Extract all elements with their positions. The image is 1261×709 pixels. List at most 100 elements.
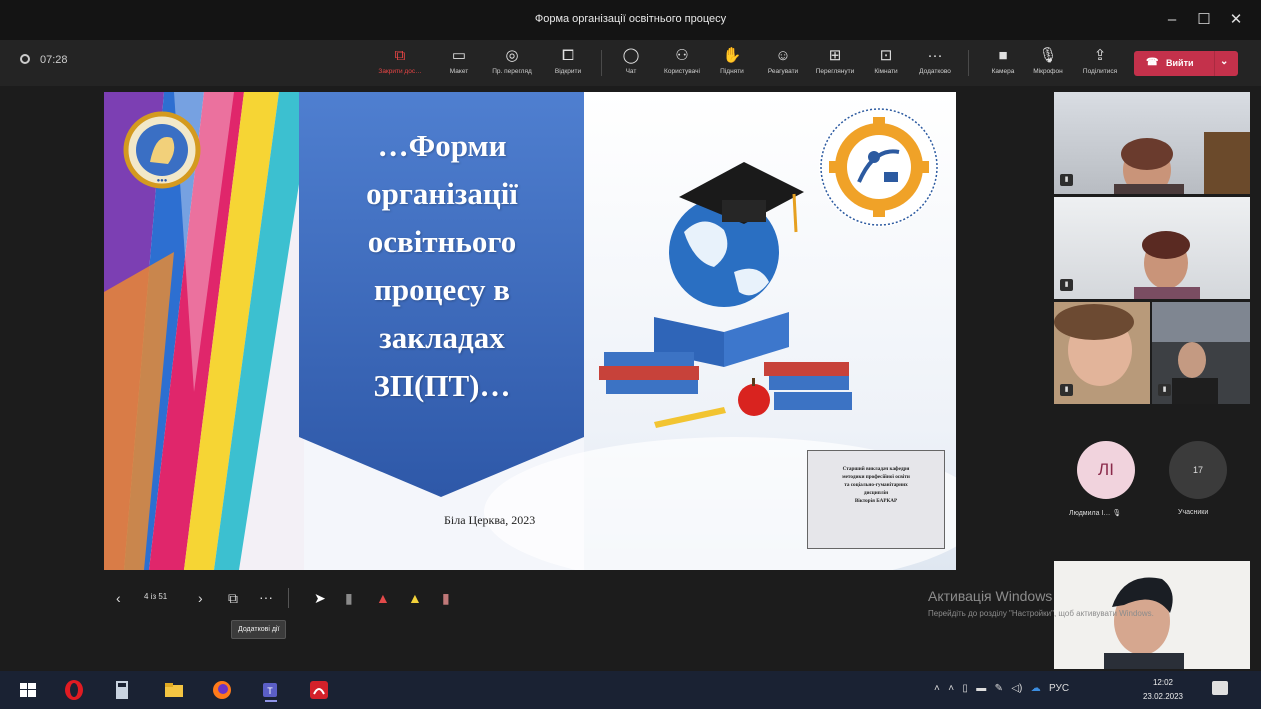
participant-video-tile[interactable]: ▮: [1152, 302, 1250, 404]
teams-icon[interactable]: T: [259, 678, 283, 702]
more-actions-button[interactable]: ··· Додатково: [907, 46, 963, 75]
education-illustration: [599, 162, 852, 428]
timer-value: 07:28: [40, 54, 68, 66]
toolbar-label: Відкрити: [554, 68, 582, 75]
opera-icon[interactable]: [62, 678, 86, 702]
rooms-icon: ⊞: [828, 47, 842, 64]
svg-text:T: T: [267, 686, 273, 696]
eye-icon: ◎: [505, 47, 519, 64]
windows-activation-watermark: Активація Windows Перейдіть до розділу "…: [928, 588, 1178, 620]
toolbar-label: Макет: [449, 68, 469, 75]
taskbar-clock[interactable]: 12:02 23.02.2023: [1133, 676, 1193, 704]
phone-icon: ☎: [1146, 57, 1159, 68]
toolbar-divider: [601, 50, 602, 76]
present-stop-icon: ⧉: [394, 47, 406, 64]
participant-video-tile[interactable]: ▮: [1054, 197, 1250, 299]
chevron-down-icon[interactable]: ⌄: [1220, 56, 1228, 67]
pen-icon[interactable]: ✎: [995, 683, 1003, 694]
meeting-toolbar: 07:28 ⧉ Закрити дос… ▭ Макет ◎ Пр. перег…: [0, 40, 1261, 86]
preview-button[interactable]: ◎ Пр. перегляд: [484, 46, 540, 75]
window-title: Форма організації освітнього процесу: [534, 13, 727, 25]
microphone-button[interactable]: 🎙 Мікрофон: [1020, 46, 1076, 75]
slide-title: …Форми організації освітнього процесу в …: [322, 122, 562, 410]
firefox-icon[interactable]: [210, 678, 234, 702]
windows-start-icon[interactable]: [16, 678, 40, 702]
file-explorer-icon[interactable]: [162, 678, 186, 702]
slide-title-line: ЗП(ПТ)…: [373, 368, 511, 403]
participant-count[interactable]: 17: [1169, 441, 1227, 499]
next-slide-button[interactable]: ›: [198, 590, 203, 606]
slide-title-line: закладах: [379, 320, 505, 355]
share-button[interactable]: ⇪ Поділитися: [1072, 46, 1128, 75]
previous-slide-button[interactable]: ‹: [116, 590, 121, 606]
volume-icon[interactable]: ◁): [1011, 683, 1022, 694]
participant-avatar[interactable]: ЛІ: [1077, 441, 1135, 499]
eraser-icon[interactable]: ▮: [442, 590, 450, 607]
recording-icon: [20, 54, 30, 64]
pen-red-icon[interactable]: ▲: [376, 590, 390, 606]
windows-taskbar: T ˄ ˄ ▯ ▬ ✎ ◁) ☁ РУС 12:02 23.02.2023: [0, 671, 1261, 709]
raise-hand-button[interactable]: ✋ Підняти: [704, 46, 760, 75]
acrobat-icon[interactable]: [307, 678, 331, 702]
toolbar-label: Підняти: [720, 68, 744, 75]
maximize-button[interactable]: ☐: [1190, 8, 1218, 32]
popout-icon: ⧠: [561, 47, 574, 64]
view-button[interactable]: ⊞ Переглянути: [807, 46, 863, 75]
layout-icon: ▭: [451, 47, 467, 64]
participant-name-text: Людмила І…: [1069, 510, 1111, 517]
participant-video-tile[interactable]: ▮: [1054, 92, 1250, 194]
chat-button[interactable]: ◯ Чат: [603, 46, 659, 75]
slide-controls: ‹ 4 із 51 › ⧉ ··· ➤ ▮ ▲ ▲ ▮: [110, 586, 470, 614]
slide-title-line: освітнього: [367, 224, 517, 259]
toolbar-label: Пр. перегляд: [492, 68, 532, 75]
layout-button[interactable]: ▭ Макет: [431, 46, 487, 75]
slide-title-line: процесу в: [374, 272, 510, 307]
network-icon[interactable]: ▬: [976, 683, 986, 694]
more-actions-button[interactable]: ···: [259, 589, 273, 605]
mic-off-icon: ▮: [1060, 174, 1073, 186]
chat-icon: ◯: [622, 47, 640, 64]
tooltip: Додаткові дії: [231, 620, 287, 639]
react-button[interactable]: ☺ Реагувати: [755, 46, 811, 75]
highlighter-icon[interactable]: ▲: [408, 590, 422, 606]
stop-presenting-button[interactable]: ⧉ Закрити дос…: [372, 46, 428, 75]
breakout-rooms-button[interactable]: ⊡ Кімнати: [858, 46, 914, 75]
share-icon: ⇪: [1093, 47, 1107, 64]
pen-gray-icon[interactable]: ▮: [345, 590, 353, 607]
author-line: методики професійної освіти: [842, 474, 910, 480]
people-icon: ⚇: [675, 47, 689, 64]
chevron-up-icon[interactable]: ˄: [934, 683, 940, 694]
toolbar-label: Чат: [625, 68, 637, 75]
language-indicator[interactable]: РУС: [1049, 683, 1069, 694]
slide-title-line: …Форми: [377, 128, 507, 163]
people-button[interactable]: ⚇ Користувачі: [654, 46, 710, 75]
author-box: Старший викладач кафедри методики профес…: [807, 450, 945, 549]
title-bar: Форма організації освітнього процесу – ☐…: [0, 0, 1261, 40]
slides-grid-icon[interactable]: ⧉: [228, 590, 238, 607]
shared-slide: …Форми організації освітнього процесу в …: [104, 92, 956, 570]
toolbar-label: Користувачі: [664, 68, 700, 75]
participant-video-tile[interactable]: ▮: [1054, 302, 1150, 404]
meeting-timer: 07:28: [20, 54, 68, 66]
calculator-icon[interactable]: [110, 678, 134, 702]
smile-icon: ☺: [775, 47, 791, 64]
participant-name: Людмила І… 🎙: [1069, 509, 1121, 517]
city-year-text: Біла Церква, 2023: [444, 513, 536, 527]
slide-page-counter: 4 із 51: [144, 592, 168, 601]
popout-button[interactable]: ⧠ Відкрити: [540, 46, 596, 75]
minimize-button[interactable]: –: [1158, 8, 1186, 32]
close-button[interactable]: ✕: [1222, 8, 1250, 32]
pointer-icon[interactable]: ➤: [314, 590, 326, 607]
clock-time: 12:02: [1152, 678, 1174, 687]
system-tray: ˄ ˄ ▯ ▬ ✎ ◁) ☁ РУС: [934, 683, 1069, 694]
leave-button[interactable]: ☎ Вийти ⌄: [1134, 51, 1238, 76]
svg-text:●●●: ●●●: [157, 178, 168, 184]
onedrive-icon[interactable]: ☁: [1031, 683, 1041, 694]
toolbar-label: Закрити дос…: [378, 68, 422, 75]
apps-icon: ⊡: [879, 47, 893, 64]
toolbar-divider: [968, 50, 969, 76]
battery-icon[interactable]: ▯: [962, 683, 968, 694]
chevron-up-icon[interactable]: ˄: [948, 683, 954, 694]
mic-off-icon: ▮: [1060, 279, 1073, 291]
notifications-icon[interactable]: [1212, 681, 1228, 695]
